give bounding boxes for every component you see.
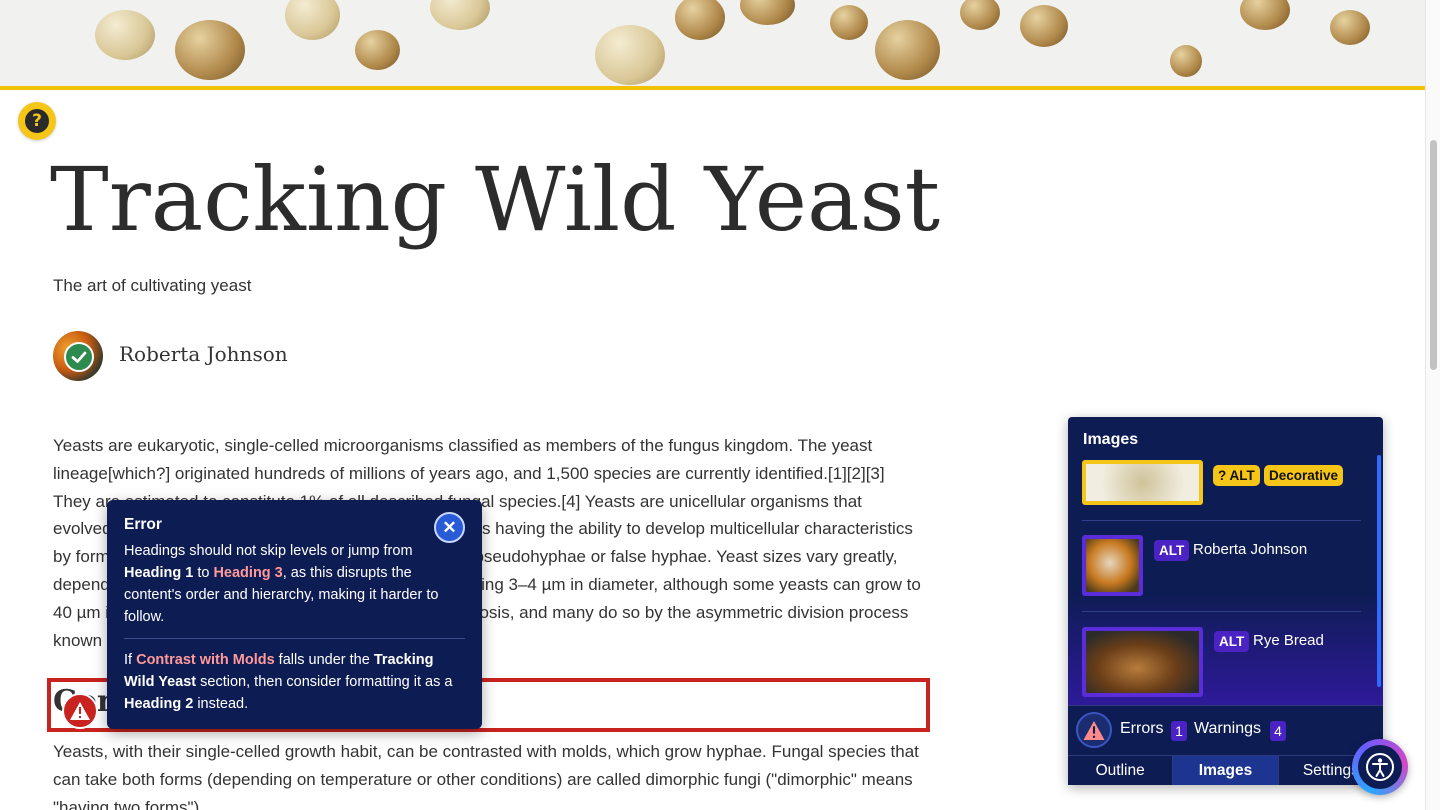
hero-banner-image	[0, 0, 1425, 86]
image-thumbnail[interactable]	[1082, 460, 1203, 505]
tab-images[interactable]: Images	[1173, 756, 1279, 785]
warning-icon[interactable]	[62, 693, 98, 729]
decorative-badge: Decorative	[1264, 465, 1344, 486]
errors-count: 1	[1171, 721, 1187, 741]
hero-border	[0, 86, 1425, 90]
close-icon[interactable]: ✕	[434, 512, 465, 543]
tooltip-heading-ref: Heading 3	[213, 565, 283, 581]
scrollbar-thumb[interactable]	[1430, 140, 1437, 370]
list-divider	[1082, 611, 1361, 612]
warnings-count: 4	[1270, 721, 1286, 741]
panel-tabs: Outline Images Settings	[1068, 755, 1383, 785]
alt-text: Rye Bread	[1253, 632, 1324, 649]
tooltip-text: to	[193, 565, 214, 581]
help-button[interactable]: ?	[18, 102, 56, 140]
panel-title: Images	[1083, 431, 1139, 448]
missing-alt-badge: ? ALT	[1213, 465, 1260, 486]
alt-badge: ALT	[1214, 631, 1250, 652]
tooltip-text: Headings should not skip levels or jump …	[124, 543, 413, 559]
error-tooltip: Error ✕ Headings should not skip levels …	[107, 500, 482, 729]
page-title: Tracking Wild Yeast	[50, 148, 940, 251]
tooltip-heading-ref: Contrast with Molds	[136, 652, 275, 668]
page-subtitle: The art of cultivating yeast	[53, 276, 252, 295]
tooltip-title: Error	[124, 516, 162, 533]
tooltip-divider	[124, 638, 465, 639]
alt-text: Roberta Johnson	[1193, 541, 1308, 558]
question-icon: ?	[25, 109, 49, 133]
tooltip-text: section, then consider formatting it as …	[196, 674, 453, 690]
tab-outline[interactable]: Outline	[1068, 756, 1174, 785]
errors-label: Errors	[1120, 720, 1164, 737]
check-icon[interactable]	[64, 342, 94, 372]
image-thumbnail[interactable]	[1082, 535, 1143, 596]
accessibility-toggle-button[interactable]	[1352, 739, 1408, 795]
list-divider	[1082, 520, 1361, 521]
tooltip-text: instead.	[193, 696, 249, 712]
warning-icon[interactable]	[1076, 712, 1112, 748]
alt-badge: ALT	[1154, 540, 1190, 561]
tooltip-message: Headings should not skip levels or jump …	[124, 540, 465, 628]
article-paragraph: Yeasts, with their single-celled growth …	[53, 742, 919, 810]
tooltip-heading-ref: Heading 2	[124, 696, 194, 712]
image-thumbnail[interactable]	[1082, 627, 1203, 697]
tooltip-text: If	[124, 652, 137, 668]
accessibility-icon	[1358, 745, 1402, 789]
page-scrollbar[interactable]	[1425, 0, 1440, 810]
author-name: Roberta Johnson	[119, 342, 288, 366]
tooltip-suggestion: If Contrast with Molds falls under the T…	[124, 649, 465, 715]
tooltip-text: falls under the	[274, 652, 374, 668]
panel-scrollbar[interactable]	[1377, 455, 1381, 687]
tooltip-heading-ref: Heading 1	[124, 565, 194, 581]
warnings-label: Warnings	[1194, 720, 1261, 737]
